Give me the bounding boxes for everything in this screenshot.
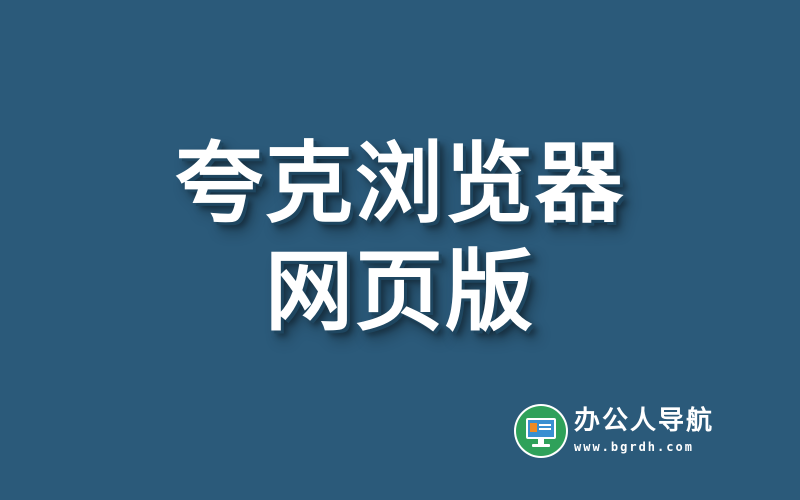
brand-url: www.bgrdh.com [574, 440, 694, 454]
brand-watermark: 办公人导航 www.bgrdh.com [516, 404, 756, 460]
headline-title: 夸克浏览器 [174, 132, 625, 235]
monitor-icon [516, 406, 566, 456]
banner-canvas: 夸克浏览器 网页版 办公人导航 www.bgrdh.com [0, 0, 800, 500]
headline-subtitle: 网页版 [264, 240, 535, 343]
brand-name: 办公人导航 [574, 406, 715, 436]
